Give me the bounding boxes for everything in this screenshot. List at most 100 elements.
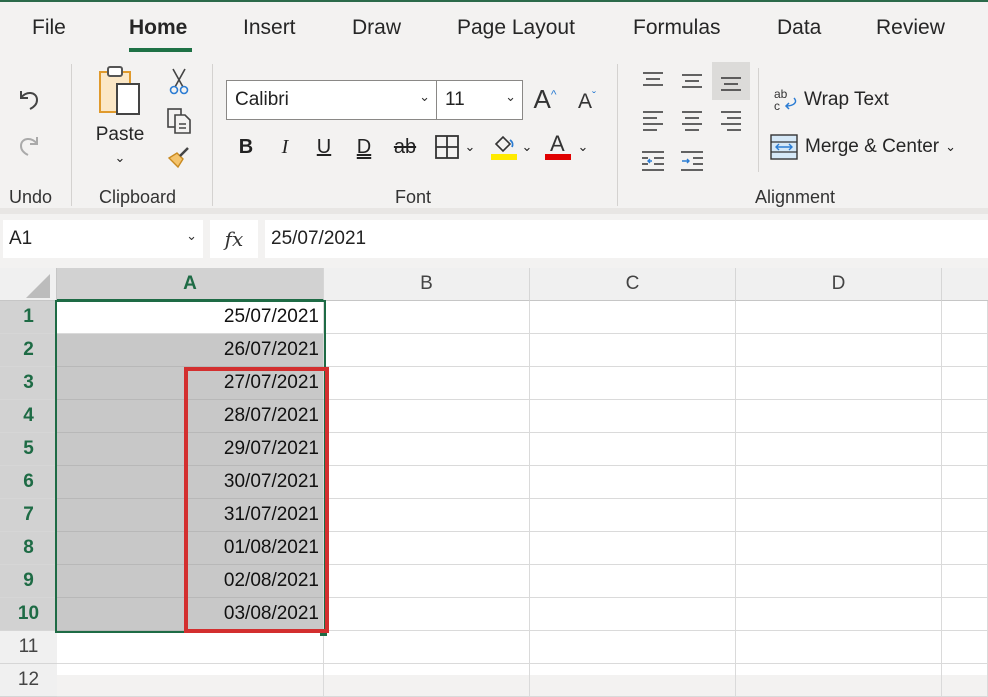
column-header-e[interactable] [942, 268, 988, 301]
cell-a8[interactable]: 01/08/2021 [57, 532, 324, 565]
column-header-b[interactable]: B [324, 268, 530, 301]
cell-d7[interactable] [736, 499, 942, 532]
chevron-down-icon[interactable]: ⌄ [419, 89, 430, 105]
align-bottom-button[interactable] [712, 62, 750, 100]
cell-d5[interactable] [736, 433, 942, 466]
underline-button[interactable]: U [310, 132, 338, 162]
decrease-font-size-button[interactable]: Aˇ [572, 86, 602, 116]
copy-button[interactable] [164, 106, 194, 136]
cell-c8[interactable] [530, 532, 736, 565]
chevron-down-icon[interactable]: ⌄ [465, 139, 476, 155]
font-color-button[interactable]: A ⌄ [540, 130, 592, 164]
column-header-c[interactable]: C [530, 268, 736, 301]
cell-b7[interactable] [324, 499, 530, 532]
cell-d2[interactable] [736, 334, 942, 367]
cell-e4[interactable] [942, 400, 988, 433]
cell-d4[interactable] [736, 400, 942, 433]
fill-handle[interactable] [320, 629, 327, 636]
row-header-11[interactable]: 11 [0, 631, 57, 664]
fill-color-button[interactable]: ⌄ [486, 130, 536, 164]
cell-b10[interactable] [324, 598, 530, 631]
cell-c1[interactable] [530, 301, 736, 334]
cell-a7[interactable]: 31/07/2021 [57, 499, 324, 532]
merge-center-button[interactable]: Merge & Center ⌄ [770, 130, 970, 164]
cell-c6[interactable] [530, 466, 736, 499]
increase-indent-button[interactable] [675, 144, 709, 176]
cell-b3[interactable] [324, 367, 530, 400]
cell-e6[interactable] [942, 466, 988, 499]
select-all-button[interactable] [0, 268, 57, 301]
row-header-6[interactable]: 6 [0, 466, 57, 499]
column-header-d[interactable]: D [736, 268, 942, 301]
row-header-10[interactable]: 10 [0, 598, 57, 631]
increase-font-size-button[interactable]: A^ [530, 82, 560, 116]
cut-button[interactable] [164, 66, 194, 96]
row-header-8[interactable]: 8 [0, 532, 57, 565]
cell-d8[interactable] [736, 532, 942, 565]
cell-e12[interactable] [942, 664, 988, 697]
cell-a3[interactable]: 27/07/2021 [57, 367, 324, 400]
cell-c2[interactable] [530, 334, 736, 367]
undo-button[interactable] [12, 82, 46, 116]
cell-c11[interactable] [530, 631, 736, 664]
cell-e3[interactable] [942, 367, 988, 400]
cell-b8[interactable] [324, 532, 530, 565]
font-name-combo[interactable]: Calibri ⌄ [226, 80, 437, 120]
format-painter-button[interactable] [164, 142, 194, 172]
tab-review[interactable]: Review [876, 16, 945, 40]
cell-e7[interactable] [942, 499, 988, 532]
cell-a11[interactable] [57, 631, 324, 664]
cell-b5[interactable] [324, 433, 530, 466]
italic-button[interactable]: I [271, 132, 299, 162]
strikethrough-button[interactable]: ab [390, 132, 420, 162]
formula-input[interactable]: 25/07/2021 [265, 220, 988, 258]
chevron-down-icon[interactable]: ⌄ [186, 228, 197, 244]
cell-a9[interactable]: 02/08/2021 [57, 565, 324, 598]
chevron-down-icon[interactable]: ⌄ [578, 139, 589, 155]
wrap-text-button[interactable]: ab c Wrap Text [772, 84, 902, 116]
tab-data[interactable]: Data [777, 16, 821, 40]
row-header-1[interactable]: 1 [0, 301, 57, 334]
cell-b4[interactable] [324, 400, 530, 433]
cell-d1[interactable] [736, 301, 942, 334]
borders-button[interactable]: ⌄ [430, 132, 480, 162]
align-top-button[interactable] [636, 64, 670, 96]
cell-c9[interactable] [530, 565, 736, 598]
cell-c5[interactable] [530, 433, 736, 466]
tab-insert[interactable]: Insert [243, 16, 296, 40]
cell-a1[interactable]: 25/07/2021 [57, 301, 324, 334]
cell-e8[interactable] [942, 532, 988, 565]
cell-d3[interactable] [736, 367, 942, 400]
cell-c7[interactable] [530, 499, 736, 532]
align-left-button[interactable] [636, 104, 670, 136]
cell-a6[interactable]: 30/07/2021 [57, 466, 324, 499]
row-header-12[interactable]: 12 [0, 664, 57, 697]
tab-draw[interactable]: Draw [352, 16, 401, 40]
cell-a4[interactable]: 28/07/2021 [57, 400, 324, 433]
cell-d6[interactable] [736, 466, 942, 499]
cell-d12[interactable] [736, 664, 942, 697]
cell-c4[interactable] [530, 400, 736, 433]
chevron-down-icon[interactable]: ⌄ [945, 139, 956, 155]
cell-b1[interactable] [324, 301, 530, 334]
name-box[interactable]: A1 ⌄ [3, 220, 203, 258]
font-size-combo[interactable]: 11 ⌄ [436, 80, 523, 120]
chevron-down-icon[interactable]: ⌄ [505, 89, 516, 105]
row-header-9[interactable]: 9 [0, 565, 57, 598]
cell-d11[interactable] [736, 631, 942, 664]
cell-e1[interactable] [942, 301, 988, 334]
cell-a10[interactable]: 03/08/2021 [57, 598, 324, 631]
tab-page-layout[interactable]: Page Layout [457, 16, 575, 40]
row-header-4[interactable]: 4 [0, 400, 57, 433]
redo-button[interactable] [12, 128, 46, 162]
cell-e11[interactable] [942, 631, 988, 664]
cell-e9[interactable] [942, 565, 988, 598]
align-middle-button[interactable] [675, 64, 709, 96]
tab-home[interactable]: Home [129, 16, 187, 40]
row-header-3[interactable]: 3 [0, 367, 57, 400]
cell-b6[interactable] [324, 466, 530, 499]
cell-c10[interactable] [530, 598, 736, 631]
cell-e5[interactable] [942, 433, 988, 466]
cell-d9[interactable] [736, 565, 942, 598]
row-header-5[interactable]: 5 [0, 433, 57, 466]
